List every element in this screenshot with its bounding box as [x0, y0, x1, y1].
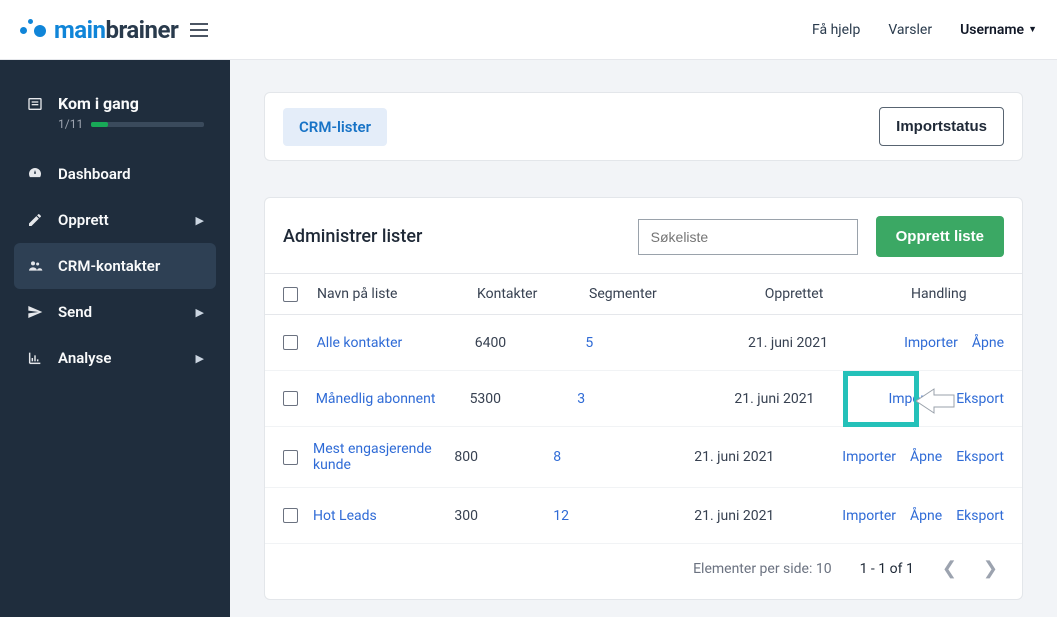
segments-link[interactable]: 8 — [553, 449, 561, 465]
create-list-button[interactable]: Opprett liste — [876, 216, 1004, 257]
sidebar-item-analyse[interactable]: Analyse ▶ — [14, 335, 216, 381]
sidebar-item-label: Analyse — [58, 349, 182, 367]
top-right: Få hjelp Varsler Username ▼ — [812, 22, 1037, 38]
col-actions: Handling — [871, 286, 1004, 302]
action-importer[interactable]: Importer — [842, 449, 896, 465]
import-status-button[interactable]: Importstatus — [879, 107, 1004, 146]
col-name: Navn på liste — [317, 286, 477, 302]
username-label: Username — [960, 22, 1024, 38]
actions-cell: Importer Åpne — [864, 335, 1004, 351]
chart-bar-icon — [26, 350, 44, 366]
select-all-checkbox[interactable] — [283, 287, 298, 302]
header-card: CRM-lister Importstatus — [264, 92, 1023, 161]
main-content: CRM-lister Importstatus Administrer list… — [230, 60, 1057, 617]
list-name-link[interactable]: Månedlig abonnent — [316, 391, 436, 407]
hamburger-icon[interactable] — [190, 23, 208, 37]
panel-head: Administrer lister Opprett liste — [265, 198, 1022, 273]
pager: Elementer per side: 10 1 - 1 of 1 ❮ ❯ — [265, 544, 1022, 599]
pager-per-page: Elementer per side: 10 — [693, 561, 832, 577]
action-importer[interactable]: Importer — [904, 335, 958, 351]
action-åpne[interactable]: Åpne — [972, 335, 1004, 351]
logo-text-left: main — [54, 16, 105, 44]
crm-lister-pill[interactable]: CRM-lister — [283, 108, 387, 146]
sidebar-progress-text: 1/11 — [58, 117, 83, 131]
action-åpne[interactable]: Åpne — [910, 449, 942, 465]
sidebar-item-label: Dashboard — [58, 165, 204, 183]
help-link[interactable]: Få hjelp — [812, 22, 860, 38]
logo-text-right: brainer — [105, 16, 178, 44]
username-dropdown[interactable]: Username ▼ — [960, 22, 1037, 38]
table-row: Månedlig abonnent5300321. juni 2021Impor… — [265, 371, 1022, 427]
sidebar-item-label: Send — [58, 303, 182, 321]
action-eksport[interactable]: Eksport — [956, 449, 1004, 465]
contacts-cell: 5300 — [470, 391, 578, 407]
actions-cell: Importer Åpne Eksport — [802, 449, 1004, 465]
alerts-link[interactable]: Varsler — [888, 22, 932, 38]
action-eksport[interactable]: Eksport — [956, 391, 1004, 407]
sidebar-item-send[interactable]: Send ▶ — [14, 289, 216, 335]
search-input[interactable] — [638, 219, 858, 255]
sidebar-item-opprett[interactable]: Opprett ▶ — [14, 197, 216, 243]
sidebar-start[interactable]: Kom i gang 1/11 — [14, 88, 216, 131]
caret-down-icon: ▼ — [1028, 24, 1037, 35]
action-åpne[interactable]: Åpne — [910, 508, 942, 524]
col-created: Opprettet — [717, 286, 871, 302]
chevron-right-icon: ▶ — [196, 214, 204, 227]
contacts-cell: 6400 — [475, 335, 586, 351]
table-row: Hot Leads 30012 21. juni 2021 Importer Åpne E… — [265, 488, 1022, 544]
lists-table: Navn på liste Kontakter Segmenter Oppret… — [265, 273, 1022, 544]
newspaper-icon — [26, 96, 44, 112]
action-eksport[interactable]: Eksport — [956, 508, 1004, 524]
list-name-link[interactable]: Mest engasjerende kunde — [313, 441, 432, 473]
action-importer[interactable]: Importer — [842, 508, 896, 524]
chevron-right-icon: ▶ — [196, 306, 204, 319]
sidebar-item-label: CRM-kontakter — [58, 257, 204, 275]
contacts-cell: 800 — [454, 449, 553, 465]
table-header: Navn på liste Kontakter Segmenter Oppret… — [265, 273, 1022, 315]
segments-link[interactable]: 12 — [553, 508, 569, 524]
logo[interactable]: mainbrainer — [20, 16, 178, 44]
action-importer[interactable]: Importer — [888, 391, 942, 407]
sidebar-progress-bar — [91, 122, 204, 127]
sidebar-item-label: Opprett — [58, 211, 182, 229]
pager-range: 1 - 1 of 1 — [860, 561, 914, 577]
col-contacts: Kontakter — [477, 286, 589, 302]
created-cell: 21. juni 2021 — [666, 449, 802, 465]
panel-title: Administrer lister — [283, 226, 422, 247]
sidebar-item-crm-kontakter[interactable]: CRM-kontakter — [14, 243, 216, 289]
actions-cell: Importer Åpne Eksport — [802, 508, 1004, 524]
sidebar-start-label: Kom i gang — [58, 94, 139, 113]
row-checkbox[interactable] — [283, 335, 298, 350]
list-panel: Administrer lister Opprett liste Navn på… — [264, 197, 1023, 600]
created-cell: 21. juni 2021 — [700, 391, 848, 407]
logo-wrap: mainbrainer — [20, 16, 208, 44]
col-segments: Segmenter — [589, 286, 717, 302]
logo-dots-icon — [20, 19, 48, 41]
gauge-icon — [26, 166, 44, 182]
sidebar: Kom i gang 1/11 Dashboard Opprett ▶ — [0, 60, 230, 617]
created-cell: 21. juni 2021 — [712, 335, 864, 351]
users-icon — [26, 258, 44, 274]
table-row: Mest engasjerende kunde 8008 21. juni 2021… — [265, 427, 1022, 488]
sidebar-item-dashboard[interactable]: Dashboard — [14, 151, 216, 197]
list-name-link[interactable]: Alle kontakter — [317, 335, 403, 351]
row-checkbox[interactable] — [283, 450, 298, 465]
pencil-icon — [26, 212, 44, 228]
row-checkbox[interactable] — [283, 391, 298, 406]
table-row: Alle kontakter6400521. juni 2021Importer… — [265, 315, 1022, 371]
list-name-link[interactable]: Hot Leads — [313, 508, 377, 524]
actions-cell: Importer Eksport — [848, 391, 1004, 407]
segments-link[interactable]: 5 — [585, 335, 593, 351]
pager-next-button[interactable]: ❯ — [983, 558, 998, 579]
contacts-cell: 300 — [454, 508, 553, 524]
chevron-right-icon: ▶ — [196, 352, 204, 365]
row-checkbox[interactable] — [283, 508, 298, 523]
top-bar: mainbrainer Få hjelp Varsler Username ▼ — [0, 0, 1057, 60]
paper-plane-icon — [26, 304, 44, 320]
created-cell: 21. juni 2021 — [666, 508, 802, 524]
segments-link[interactable]: 3 — [577, 391, 585, 407]
pager-prev-button[interactable]: ❮ — [942, 558, 957, 579]
